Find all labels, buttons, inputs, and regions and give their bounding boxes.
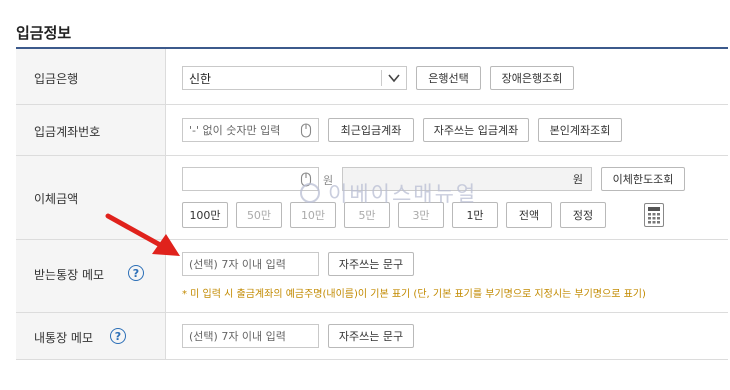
- amount-label: 이체금액: [34, 192, 79, 206]
- help-icon[interactable]: ?: [110, 328, 126, 344]
- account-label: 입금계좌번호: [34, 125, 101, 139]
- account-number-placeholder: '-' 없이 숫자만 입력: [189, 124, 281, 137]
- my-memo-label-cell: 내통장 메모 ?: [16, 313, 166, 359]
- my-memo-row: 내통장 메모 ? (선택) 7자 이내 입력 자주쓰는 문구: [16, 313, 728, 360]
- frequent-account-button[interactable]: 자주쓰는 입금계좌: [423, 118, 529, 142]
- section-title: 입금정보: [16, 24, 72, 42]
- amount-korean-unit: 원: [572, 173, 583, 186]
- my-memo-phrase-button[interactable]: 자주쓰는 문구: [328, 324, 414, 348]
- bank-label: 입금은행: [34, 72, 79, 86]
- bank-select-divider: [381, 70, 382, 86]
- chevron-down-icon[interactable]: [386, 69, 402, 87]
- mouse-icon[interactable]: [300, 123, 312, 139]
- bank-select[interactable]: 신한: [182, 66, 407, 90]
- my-memo-input[interactable]: (선택) 7자 이내 입력: [182, 324, 319, 348]
- account-row: 입금계좌번호 '-' 없이 숫자만 입력 최근입금계좌 자주쓰는 입금계좌 본인…: [16, 105, 728, 156]
- account-label-cell: 입금계좌번호: [16, 105, 166, 155]
- quick-amount-50man[interactable]: 50만: [236, 202, 282, 228]
- calculator-icon[interactable]: [644, 203, 664, 227]
- bank-label-cell: 입금은행: [16, 49, 166, 104]
- quick-amount-reset[interactable]: 정정: [560, 202, 606, 228]
- bank-select-button[interactable]: 은행선택: [416, 66, 481, 90]
- my-memo-label: 내통장 메모: [34, 331, 94, 345]
- quick-amount-all[interactable]: 전액: [506, 202, 552, 228]
- receiver-memo-note: * 미 입력 시 출금계좌의 예금주명(내이름)이 기본 표기 (단, 기본 표…: [182, 289, 646, 300]
- watermark-logo-icon: [300, 183, 320, 203]
- watermark: 이베이스매뉴얼: [300, 178, 477, 208]
- account-number-input[interactable]: '-' 없이 숫자만 입력: [182, 118, 319, 142]
- transfer-limit-button[interactable]: 이체한도조회: [601, 167, 685, 191]
- receiver-memo-label: 받는통장 메모: [34, 268, 105, 282]
- my-memo-placeholder: (선택) 7자 이내 입력: [189, 330, 286, 343]
- receiver-memo-placeholder: (선택) 7자 이내 입력: [189, 258, 286, 271]
- receiver-memo-input[interactable]: (선택) 7자 이내 입력: [182, 252, 319, 276]
- amount-input[interactable]: [182, 167, 319, 191]
- receiver-memo-phrase-button[interactable]: 자주쓰는 문구: [328, 252, 414, 276]
- recent-account-button[interactable]: 최근입금계좌: [328, 118, 414, 142]
- bank-outage-button[interactable]: 장애은행조회: [490, 66, 574, 90]
- bank-select-value: 신한: [189, 71, 212, 86]
- own-account-button[interactable]: 본인계좌조회: [538, 118, 622, 142]
- bank-row: 입금은행 신한 은행선택 장애은행조회: [16, 49, 728, 105]
- watermark-text: 이베이스매뉴얼: [328, 182, 478, 206]
- arrow-annotation: [105, 213, 180, 256]
